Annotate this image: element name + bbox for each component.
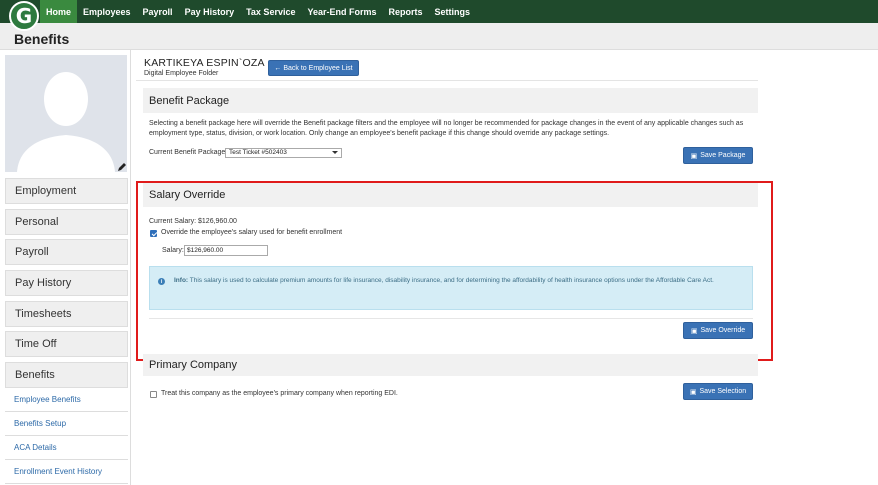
sidebar-link-benefits-setup[interactable]: Benefits Setup — [5, 412, 128, 436]
nav-tax-service[interactable]: Tax Service — [240, 0, 301, 23]
employee-name: KARTIKEYA ESPIN`OZA — [144, 57, 265, 69]
nav-home[interactable]: Home — [40, 0, 78, 23]
save-selection-label: Save Selection — [699, 388, 747, 395]
sidebar-section-employment[interactable]: Employment — [5, 178, 128, 204]
nav-employees[interactable]: Employees — [77, 0, 137, 23]
sidebar-link-employee-benefits[interactable]: Employee Benefits — [5, 388, 128, 412]
benefit-package-select-value: Test Ticket #502403 — [229, 149, 287, 156]
current-benefit-package-label: Current Benefit Package: — [149, 149, 228, 156]
back-to-employee-list-button[interactable]: ← Back to Employee List — [268, 60, 359, 76]
sidebar-section-payroll[interactable]: Payroll — [5, 239, 128, 265]
sidebar-link-aca-details[interactable]: ACA Details — [5, 436, 128, 460]
primary-company-checkbox[interactable] — [150, 391, 157, 398]
save-package-button[interactable]: ▣ Save Package — [683, 147, 753, 164]
nav-settings[interactable]: Settings — [429, 0, 477, 23]
nav-year-end-forms[interactable]: Year-End Forms — [301, 0, 382, 23]
sidebar-section-time-off[interactable]: Time Off — [5, 331, 128, 357]
page-header: Benefits — [0, 23, 878, 50]
save-selection-button[interactable]: ▣ Save Selection — [683, 383, 753, 400]
save-icon: ▣ — [689, 388, 697, 396]
benefit-package-description: Selecting a benefit package here will ov… — [149, 120, 744, 137]
sidebar-section-benefits[interactable]: Benefits — [5, 362, 128, 388]
benefit-package-header: Benefit Package — [143, 88, 758, 113]
save-icon: ▣ — [690, 152, 698, 160]
page-title: Benefits — [14, 31, 70, 47]
salary-override-highlight-box — [136, 181, 773, 361]
benefit-package-select[interactable]: Test Ticket #502403 — [225, 148, 342, 158]
employee-photo-placeholder — [5, 55, 127, 172]
top-nav-bar: Home Employees Payroll Pay History Tax S… — [0, 0, 878, 23]
sidebar-section-personal[interactable]: Personal — [5, 209, 128, 235]
avatar-silhouette-icon — [17, 72, 115, 172]
chevron-down-icon — [332, 151, 338, 154]
sidebar-section-pay-history[interactable]: Pay History — [5, 270, 128, 296]
sidebar-link-enrollment-event-history[interactable]: Enrollment Event History — [5, 460, 128, 484]
main-nav: Home Employees Payroll Pay History Tax S… — [40, 0, 476, 23]
back-button-label: Back to Employee List — [283, 64, 353, 72]
arrow-left-icon: ← — [274, 64, 282, 72]
app-logo[interactable]: G — [9, 1, 39, 31]
sidebar-section-timesheets[interactable]: Timesheets — [5, 301, 128, 327]
save-package-label: Save Package — [700, 152, 746, 159]
header-divider — [136, 80, 758, 81]
employee-folder-subtitle: Digital Employee Folder — [144, 70, 219, 77]
primary-company-checkbox-label: Treat this company as the employee's pri… — [161, 390, 398, 397]
nav-reports[interactable]: Reports — [383, 0, 429, 23]
edit-photo-pencil-icon[interactable] — [117, 162, 127, 172]
primary-company-header: Primary Company — [143, 354, 758, 376]
nav-payroll[interactable]: Payroll — [137, 0, 179, 23]
nav-pay-history[interactable]: Pay History — [179, 0, 241, 23]
sidebar-divider — [130, 50, 131, 485]
